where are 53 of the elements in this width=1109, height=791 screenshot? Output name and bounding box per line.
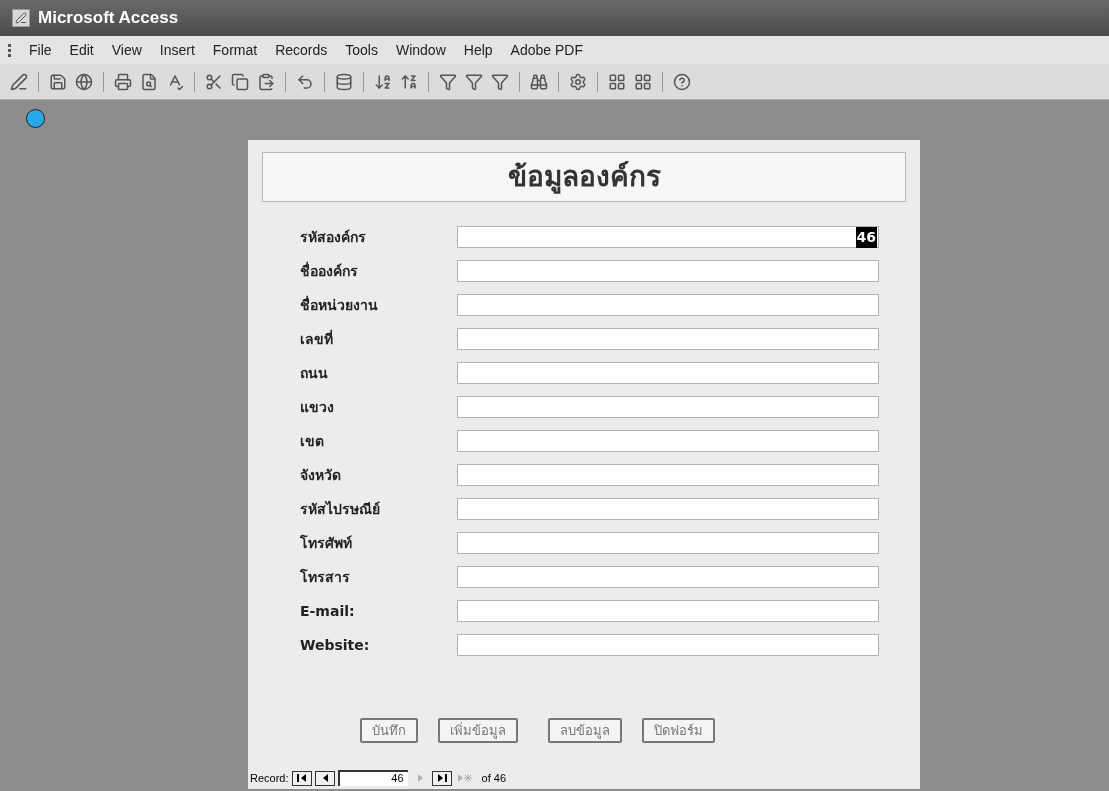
field-label: เขต [300, 431, 325, 451]
record-number-field[interactable]: 46 [337, 770, 408, 786]
new-record-icon [456, 772, 473, 784]
form-button[interactable]: เพิ่มข้อมูล [438, 718, 518, 743]
form-button[interactable]: บันทึก [360, 718, 418, 743]
input-field[interactable] [457, 430, 879, 452]
nav-button[interactable] [314, 770, 335, 786]
field-label: ชื่อองค์กร [300, 260, 359, 281]
menu-item[interactable]: View [111, 39, 142, 61]
input-field[interactable] [457, 532, 879, 554]
field-label: เลขที่ [300, 328, 334, 349]
field-label: รหัสองค์กร [300, 227, 367, 247]
menu-item[interactable]: Edit [69, 39, 94, 61]
input-field[interactable] [457, 566, 879, 588]
field-label: E-mail: [300, 601, 356, 621]
input-field[interactable] [457, 634, 879, 656]
window-title: Microsoft Access [38, 7, 179, 30]
field-value: 46 [855, 226, 877, 248]
record-count: of 46 [481, 771, 506, 785]
menu-item[interactable]: Window [395, 39, 446, 61]
input-field[interactable] [457, 464, 879, 486]
input-field[interactable]: 46 [457, 226, 879, 248]
menu-item[interactable]: Help [463, 39, 493, 61]
field-label: จังหวัด [300, 465, 342, 485]
form-button[interactable]: ลบข้อมูล [548, 718, 622, 743]
menu-item[interactable]: Records [275, 39, 328, 61]
nav-button[interactable] [431, 770, 452, 786]
input-field[interactable] [457, 396, 879, 418]
menu-item[interactable]: Tools [345, 39, 378, 61]
gripper-icon [8, 43, 11, 57]
input-field[interactable] [457, 362, 879, 384]
record-label: Record: [250, 771, 289, 785]
input-field[interactable] [457, 260, 879, 282]
form-title: ข้อมูลองค์กร [507, 159, 661, 196]
menu-item[interactable]: File [29, 39, 52, 61]
field-label: Website: [300, 635, 371, 655]
field-label: โทรสาร [300, 567, 351, 587]
field-label: รหัสไปรษณีย์ [300, 499, 381, 519]
input-field[interactable] [457, 328, 879, 350]
menu-item[interactable]: Adobe PDF [510, 39, 583, 61]
menu-item[interactable]: Insert [159, 39, 195, 61]
field-label: แขวง [300, 397, 335, 417]
field-label: โทรศัพท์ [300, 533, 353, 553]
form-button[interactable]: ปิดฟอร์ม [642, 718, 715, 743]
input-field[interactable] [457, 498, 879, 520]
app-icon [12, 9, 30, 27]
field-label: ถนน [300, 363, 329, 383]
menu-item[interactable]: Format [212, 39, 258, 61]
nav-button[interactable] [291, 770, 312, 786]
input-field[interactable] [457, 600, 879, 622]
input-field[interactable] [457, 294, 879, 316]
first-record-icon [294, 772, 309, 784]
field-label: ชื่อหน่วยงาน [300, 294, 379, 315]
